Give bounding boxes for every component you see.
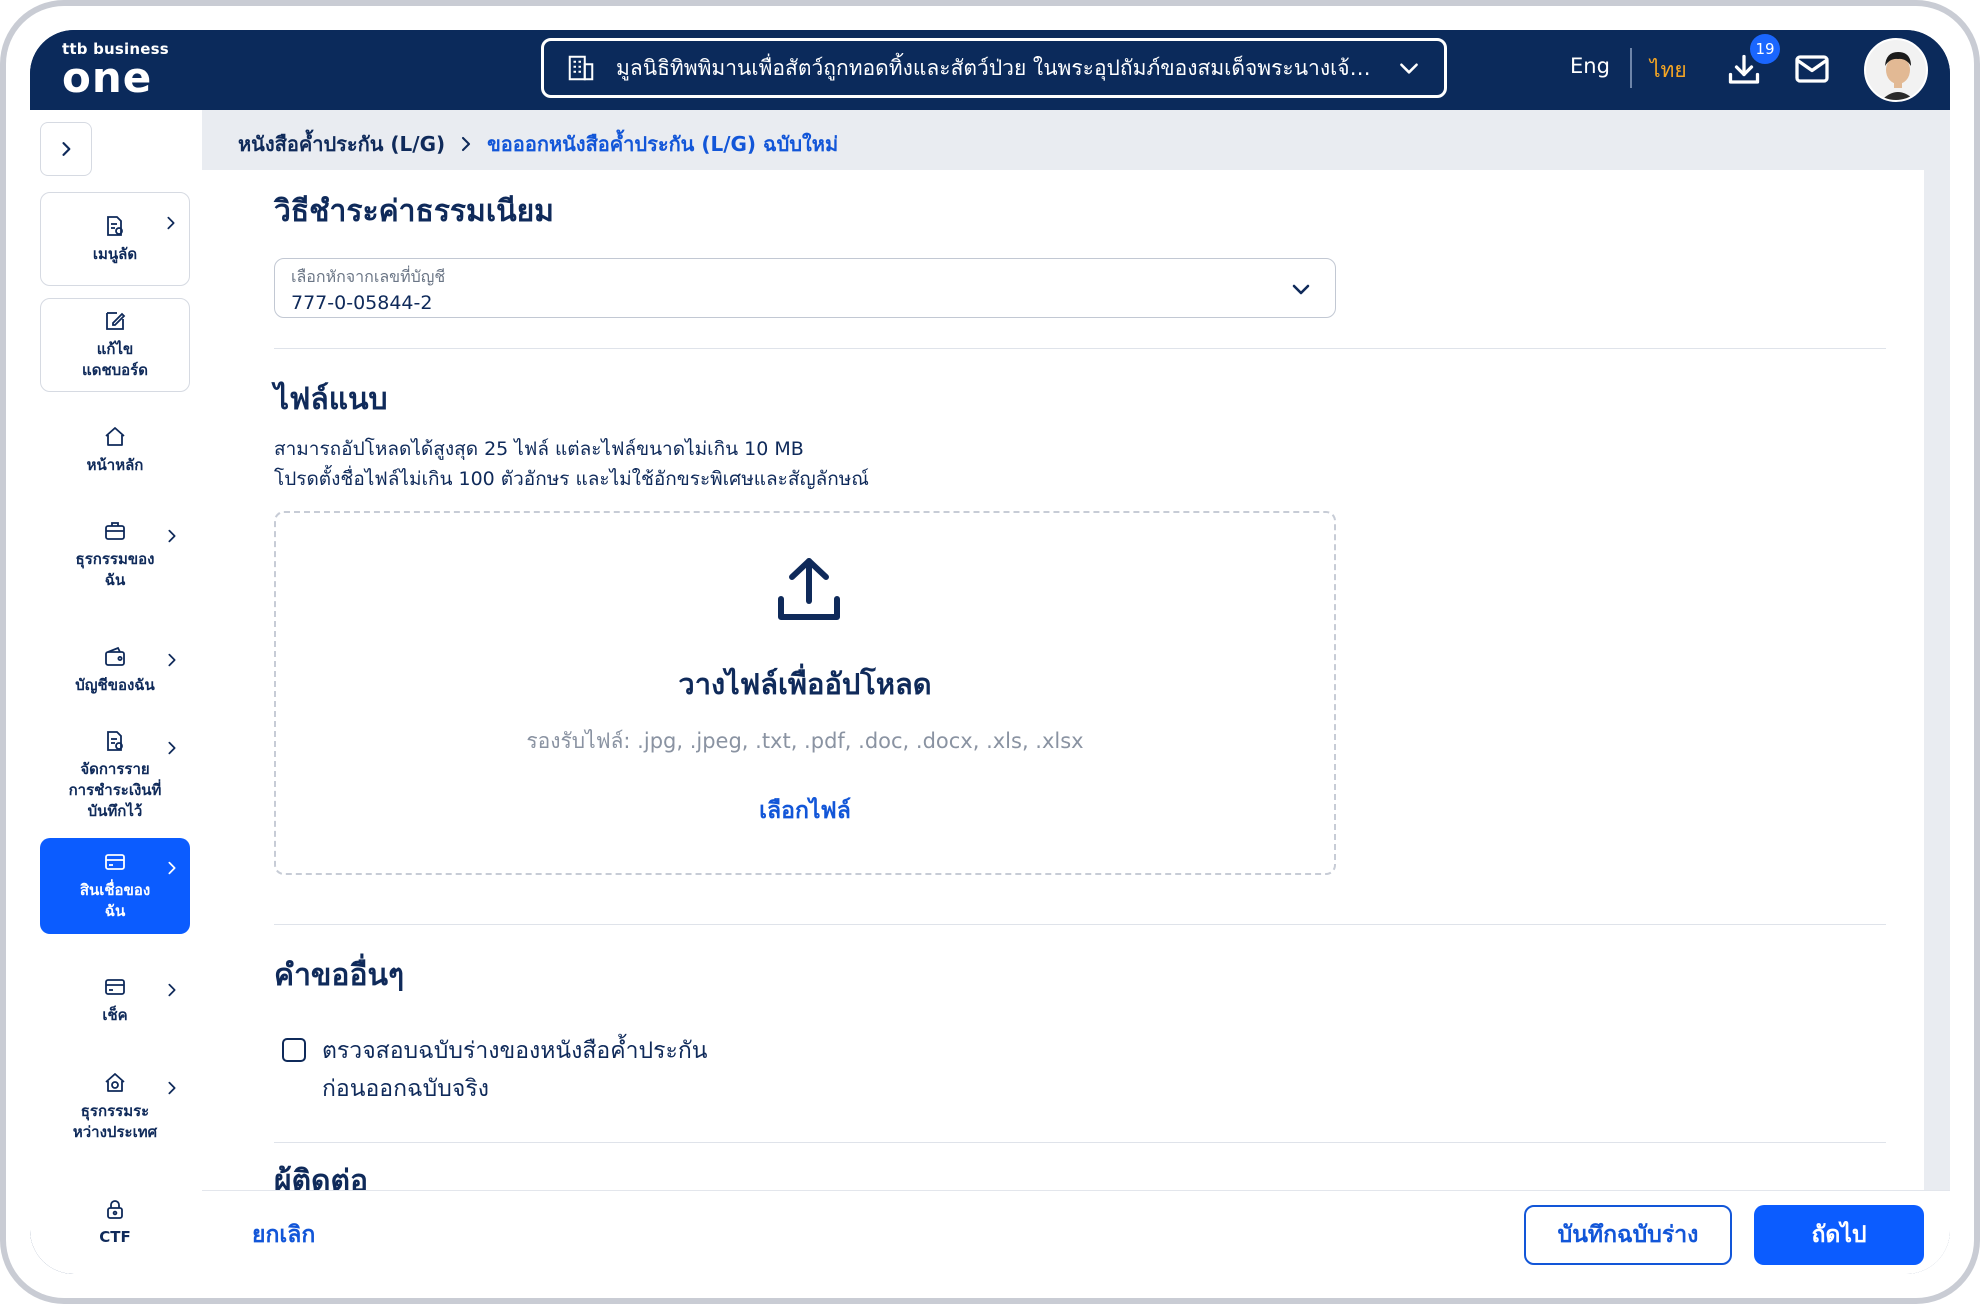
cheque-icon (105, 978, 125, 995)
sidebar-item-label: เมนูลัด (92, 244, 138, 263)
section-divider (274, 924, 1886, 925)
review-draft-checkbox[interactable] (282, 1038, 306, 1062)
top-header: ttb business one มูลนิธิทิพพิมานเพื่อสัต… (30, 30, 1950, 110)
chevron-right-icon (462, 136, 471, 152)
upload-icon (778, 558, 840, 620)
sidebar-item-label: ธุรกรรมของ ฉัน (75, 550, 155, 589)
app-logo[interactable]: ttb business one (62, 40, 169, 102)
language-thai[interactable]: ไทย (1650, 54, 1687, 87)
form-content: วิธีชำระค่าธรรมเนียม เลือกหักจากเลขที่บั… (202, 170, 1924, 1199)
sidebar-item-cheque[interactable]: เช็ค (40, 960, 190, 1040)
account-select-value: 777-0-05844-2 (291, 292, 433, 314)
breadcrumb: หนังสือค้ำประกัน (L/G) ขอออกหนังสือค้ำปร… (238, 128, 838, 160)
sidebar-item-label: แก้ไข แดชบอร์ด (82, 340, 148, 379)
account-select-label: เลือกหักจากเลขที่บัญชี (291, 267, 446, 286)
download-count-badge: 19 (1750, 34, 1780, 64)
chevron-right-icon (168, 653, 176, 667)
mail-icon[interactable] (1794, 54, 1830, 84)
home-icon (105, 426, 125, 446)
language-divider (1630, 48, 1632, 88)
sidebar-item-label: จัดการราย การชำระเงินที่ บันทึกไว้ (68, 759, 162, 820)
organization-name: มูลนิธิทิพพิมานเพื่อสัตว์ถูกทอดทิ้งและสั… (616, 55, 1378, 80)
account-select[interactable]: เลือกหักจากเลขที่บัญชี 777-0-05844-2 (274, 258, 1336, 318)
avatar-image (1866, 40, 1926, 100)
breadcrumb-parent[interactable]: หนังสือค้ำประกัน (L/G) (238, 128, 445, 160)
chevron-right-icon (168, 983, 176, 997)
chevron-right-icon (62, 142, 71, 156)
chevron-right-icon (167, 216, 175, 230)
choose-file-link[interactable]: เลือกไฟล์ (276, 793, 1334, 829)
sidebar-item-label: หน้าหลัก (86, 455, 144, 474)
document-icon (107, 730, 123, 751)
briefcase-icon (105, 522, 125, 540)
sidebar-item-my-accounts[interactable]: บัญชีของฉัน (40, 630, 190, 710)
app-screen: ttb business one มูลนิธิทิพพิมานเพื่อสัต… (30, 30, 1950, 1274)
attachments-note-naming: โปรดตั้งชื่อไฟล์ไม่เกิน 100 ตัวอักษร และ… (274, 468, 869, 490)
chevron-right-icon (168, 529, 176, 543)
sidebar-item-label: ธุรกรรมระ หว่างประเทศ (72, 1102, 158, 1141)
sidebar-item-saved-payments[interactable]: จัดการราย การชำระเงินที่ บันทึกไว้ (40, 718, 190, 832)
card-icon (105, 854, 125, 870)
sidebar-item-label: CTF (99, 1227, 131, 1246)
attachments-note-limit: สามารถอัปโหลดได้สูงสุด 25 ไฟล์ แต่ละไฟล์… (274, 438, 804, 460)
chevron-right-icon (168, 861, 176, 875)
sidebar-item-international[interactable]: ธุรกรรมระ หว่างประเทศ (40, 1058, 190, 1156)
sidebar-item-label: สินเชื่อของ ฉัน (79, 881, 151, 920)
breadcrumb-current: ขอออกหนังสือค้ำประกัน (L/G) ฉบับใหม่ (487, 132, 839, 156)
next-button[interactable]: ถัดไป (1754, 1205, 1924, 1265)
sidebar-item-my-loans[interactable]: สินเชื่อของ ฉัน (40, 838, 190, 934)
review-draft-label-line1: ตรวจสอบฉบับร่างของหนังสือค้ำประกัน (322, 1038, 708, 1064)
device-bezel: ttb business one มูลนิธิทิพพิมานเพื่อสัต… (6, 6, 1974, 1298)
sidebar-collapse-button[interactable] (40, 122, 92, 176)
chevron-right-icon (168, 1081, 176, 1095)
review-draft-label-line2: ก่อนออกฉบับจริง (322, 1076, 489, 1102)
sidebar-item-edit-dashboard[interactable]: แก้ไข แดชบอร์ด (40, 298, 190, 392)
user-avatar[interactable] (1864, 38, 1928, 102)
section-divider (274, 1142, 1886, 1143)
sidebar-item-home[interactable]: หน้าหลัก (40, 410, 190, 490)
chevron-down-icon (1292, 284, 1310, 295)
sidebar-item-my-transactions[interactable]: ธุรกรรมของ ฉัน (40, 506, 190, 604)
document-icon (107, 215, 123, 236)
section-divider (274, 348, 1886, 349)
sidebar-item-ctf[interactable]: CTF (40, 1182, 190, 1262)
sidebar-item-label: เช็ค (102, 1005, 128, 1024)
chevron-down-icon (1400, 63, 1418, 74)
attachments-title: ไฟล์แนบ (274, 382, 388, 417)
review-draft-label[interactable]: ตรวจสอบฉบับร่างของหนังสือค้ำประกัน ก่อนอ… (322, 1032, 708, 1108)
lock-icon (107, 1199, 123, 1219)
globe-home-icon (105, 1073, 125, 1092)
language-eng[interactable]: Eng (1570, 54, 1610, 78)
device-frame: ttb business one มูลนิธิทิพพิมานเพื่อสัต… (0, 0, 1980, 1304)
other-requests-title: คำขออื่นๆ (274, 958, 405, 993)
organization-select[interactable]: มูลนิธิทิพพิมานเพื่อสัตว์ถูกทอดทิ้งและสั… (541, 38, 1447, 98)
sidebar-item-shortcuts[interactable]: เมนูลัด (40, 192, 190, 286)
building-icon (568, 55, 594, 81)
dropzone-accepted-types: รองรับไฟล์: .jpg, .jpeg, .txt, .pdf, .do… (526, 729, 1084, 753)
action-footer: ยกเลิก บันทึกฉบับร่าง ถัดไป (202, 1190, 1950, 1274)
file-dropzone[interactable]: วางไฟล์เพื่ออัปโหลด รองรับไฟล์: .jpg, .j… (274, 511, 1336, 875)
edit-icon (106, 312, 126, 330)
save-draft-button[interactable]: บันทึกฉบับร่าง (1524, 1205, 1732, 1265)
sidebar: เมนูลัด แก้ไข แดชบอร์ด หน้าหลัก ธุรกรรมข… (30, 110, 202, 1274)
chevron-right-icon (168, 741, 176, 755)
dropzone-title: วางไฟล์เพื่ออัปโหลด (678, 667, 932, 701)
cancel-button[interactable]: ยกเลิก (252, 1217, 315, 1253)
payment-method-title: วิธีชำระค่าธรรมเนียม (274, 194, 554, 229)
sidebar-item-label: บัญชีของฉัน (75, 675, 155, 694)
main-area: หนังสือค้ำประกัน (L/G) ขอออกหนังสือค้ำปร… (202, 110, 1950, 1274)
wallet-icon (105, 646, 125, 666)
logo-big-text: one (62, 53, 153, 102)
